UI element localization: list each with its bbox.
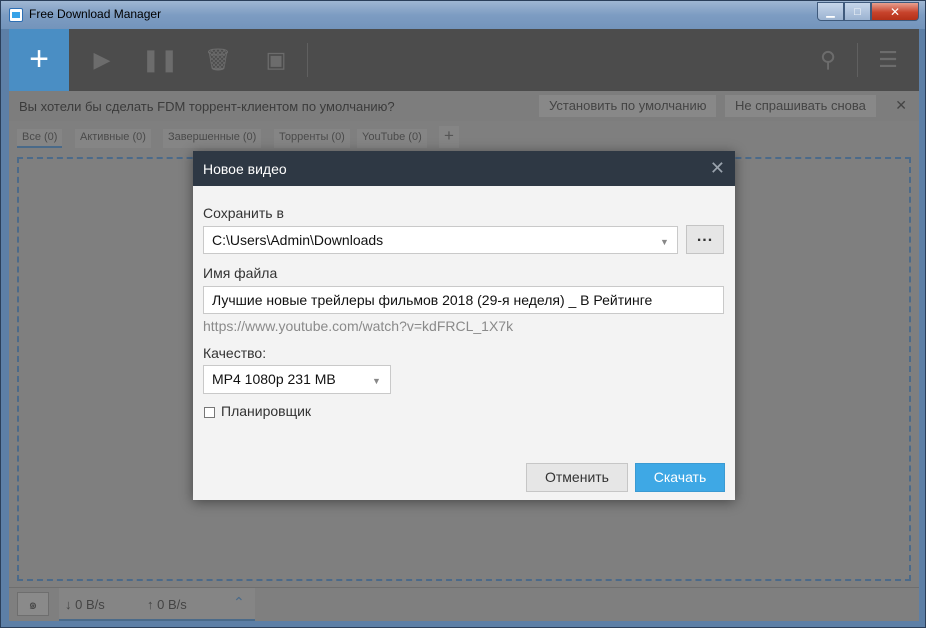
browse-folder-button[interactable]: ... — [686, 225, 724, 254]
pause-icon: ❚❚ — [141, 47, 179, 72]
move-folder-icon: ▣ — [265, 47, 287, 72]
download-button[interactable]: Скачать — [635, 463, 725, 492]
tab-youtube[interactable]: YouTube (0) — [357, 129, 427, 148]
quality-select[interactable]: MP4 1080p 231 MB ▼ — [203, 365, 391, 394]
filename-label: Имя файла — [203, 265, 278, 281]
save-path-select[interactable]: C:\Users\Admin\Downloads ▼ — [203, 226, 678, 254]
app-logo-icon — [9, 8, 23, 22]
main-menu-button[interactable]: ☰ — [859, 29, 917, 91]
trash-icon: 🗑 — [204, 47, 232, 72]
app-window: Free Download Manager ▁ □ ✕ + ▶ ❚❚ 🗑 ▣ ⚲… — [0, 0, 926, 628]
close-window-button[interactable]: ✕ — [871, 2, 919, 21]
move-button[interactable]: ▣ — [247, 29, 305, 91]
set-default-button[interactable]: Установить по умолчанию — [539, 95, 717, 117]
snail-icon: ๑ — [28, 596, 38, 612]
tab-all[interactable]: Все (0) — [17, 129, 63, 148]
upload-speed: ↑ 0 B/s — [147, 597, 187, 612]
dialog-header: Новое видео ✕ — [193, 151, 735, 186]
close-icon[interactable]: ✕ — [710, 158, 725, 179]
client-area: + ▶ ❚❚ 🗑 ▣ ⚲ ☰ Вы хотели бы сделать FDM … — [9, 29, 919, 621]
delete-button[interactable]: 🗑 — [189, 29, 247, 91]
quality-value: MP4 1080p 231 MB — [212, 371, 336, 387]
download-speed: ↓ 0 B/s — [65, 597, 105, 612]
source-url: https://www.youtube.com/watch?v=kdFRCL_1… — [203, 318, 514, 334]
close-icon[interactable]: ✕ — [895, 97, 907, 114]
tab-completed[interactable]: Завершенные (0) — [163, 129, 262, 148]
default-client-notice: Вы хотели бы сделать FDM торрент-клиенто… — [9, 91, 919, 121]
minimize-button[interactable]: ▁ — [817, 2, 844, 21]
pause-button[interactable]: ❚❚ — [131, 29, 189, 91]
add-tab-button[interactable]: + — [439, 126, 459, 148]
play-icon: ▶ — [93, 47, 111, 72]
search-icon: ⚲ — [819, 47, 837, 72]
chevron-down-icon: ▼ — [660, 237, 669, 247]
scheduler-checkbox[interactable] — [204, 407, 215, 418]
speed-mode-button[interactable]: ๑ — [17, 592, 49, 616]
speed-panel[interactable]: ↓ 0 B/s ↑ 0 B/s ⌃ — [59, 588, 255, 621]
notice-text: Вы хотели бы сделать FDM торрент-клиенто… — [19, 99, 395, 114]
save-path-value: C:\Users\Admin\Downloads — [212, 232, 384, 248]
new-video-dialog: Новое видео ✕ Сохранить в C:\Users\Admin… — [193, 151, 735, 500]
plus-icon: + — [29, 40, 49, 78]
title-bar: Free Download Manager ▁ □ ✕ — [1, 1, 925, 29]
add-download-button[interactable]: + — [9, 29, 69, 91]
maximize-button[interactable]: □ — [844, 2, 871, 21]
tab-torrents[interactable]: Торренты (0) — [274, 129, 350, 148]
scheduler-label[interactable]: Планировщик — [221, 403, 311, 419]
menu-icon: ☰ — [878, 47, 898, 72]
filename-value: Лучшие новые трейлеры фильмов 2018 (29-я… — [212, 292, 653, 308]
cancel-button[interactable]: Отменить — [526, 463, 628, 492]
window-title: Free Download Manager — [29, 7, 162, 21]
chevron-up-icon[interactable]: ⌃ — [233, 594, 245, 611]
resume-button[interactable]: ▶ — [73, 29, 131, 91]
search-button[interactable]: ⚲ — [799, 29, 857, 91]
dialog-title: Новое видео — [203, 161, 287, 177]
toolbar-divider — [857, 43, 858, 77]
toolbar-divider — [307, 43, 308, 77]
tab-active[interactable]: Активные (0) — [75, 129, 151, 148]
save-location-label: Сохранить в — [203, 205, 284, 221]
chevron-down-icon: ▼ — [372, 376, 381, 386]
quality-label: Качество: — [203, 345, 267, 361]
status-bar: ๑ ↓ 0 B/s ↑ 0 B/s ⌃ — [9, 587, 919, 621]
window-controls: ▁ □ ✕ — [817, 2, 919, 21]
filename-input[interactable]: Лучшие новые трейлеры фильмов 2018 (29-я… — [203, 286, 724, 314]
toolbar: + ▶ ❚❚ 🗑 ▣ ⚲ ☰ — [9, 29, 919, 91]
dont-ask-button[interactable]: Не спрашивать снова — [725, 95, 876, 117]
filter-tabs: Все (0) Активные (0) Завершенные (0) Тор… — [9, 121, 919, 155]
